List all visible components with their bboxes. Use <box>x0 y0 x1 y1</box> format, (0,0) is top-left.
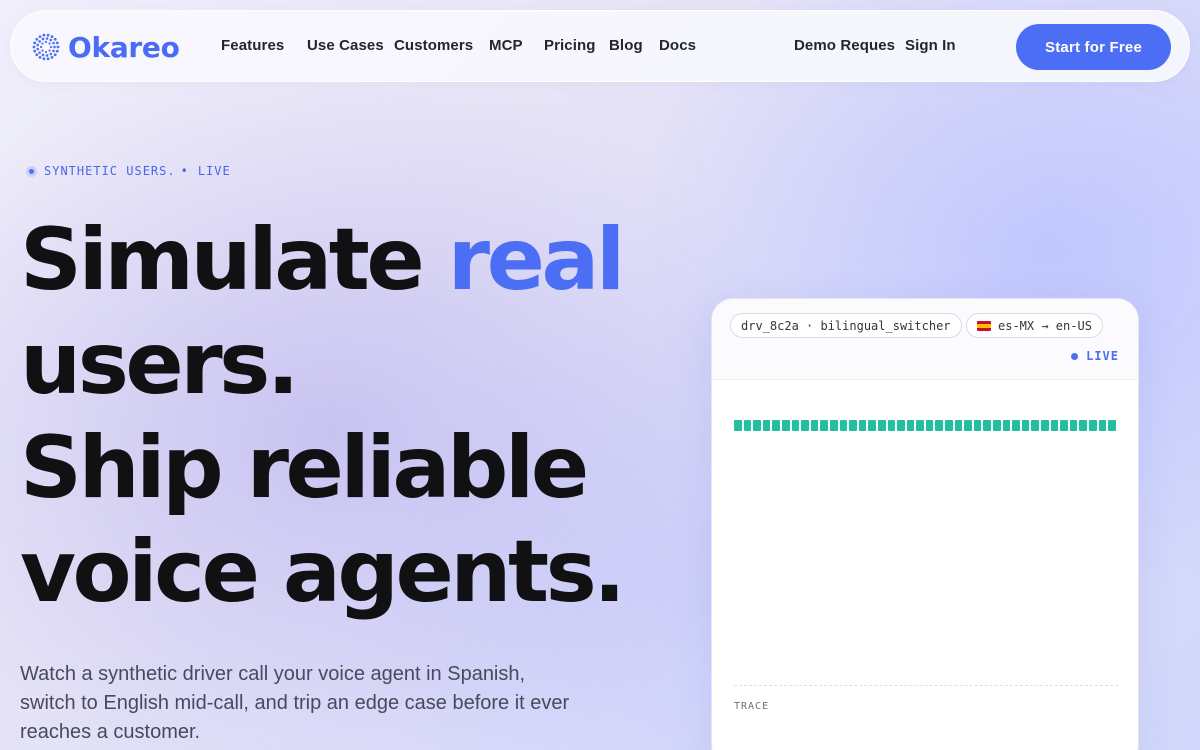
nav-item-docs[interactable]: Docs <box>659 37 696 54</box>
headline-line-1: Simulate real <box>20 208 660 312</box>
dotted-circle-logo-icon <box>32 33 60 61</box>
nav-item-use-cases[interactable]: Use Cases <box>307 37 384 54</box>
hero-headline: Simulate real users. Ship reliable voice… <box>20 208 660 624</box>
waveform-segment <box>858 420 867 431</box>
waveform-segment <box>868 420 876 431</box>
waveform-segment <box>1060 420 1068 431</box>
waveform-segment <box>762 420 771 431</box>
waveform-segment <box>1079 420 1087 431</box>
nav-item-customers[interactable]: Customers <box>394 37 473 54</box>
waveform-segment <box>954 420 963 431</box>
hero-subtitle: Watch a synthetic driver call your voice… <box>20 663 570 743</box>
waveform-segment <box>753 420 761 431</box>
headline-simulate: Simulate <box>20 210 448 310</box>
card-header: drv_8c2a · bilingual_switcher es-MX → en… <box>712 299 1138 380</box>
logo[interactable]: Okareo <box>32 30 180 64</box>
waveform-segment <box>935 420 944 431</box>
start-for-free-button[interactable]: Start for Free <box>1016 24 1171 70</box>
waveform-segment <box>1021 420 1030 431</box>
nav-item-blog[interactable]: Blog <box>609 37 643 54</box>
waveform-segment <box>983 420 992 431</box>
waveform-segment <box>743 420 752 431</box>
nav-item-features[interactable]: Features <box>221 37 284 54</box>
waveform-segment <box>829 420 838 431</box>
waveform-segment <box>772 420 780 431</box>
waveform-segment <box>791 420 800 431</box>
nav-item-mcp[interactable]: MCP <box>489 37 523 54</box>
eyebrow-label: SYNTHETIC USERS. <box>44 164 176 178</box>
audio-waveform <box>734 420 1116 431</box>
language-label: es-MX → en-US <box>998 318 1092 333</box>
waveform-segment <box>1088 420 1097 431</box>
top-nav: Okareo Features Use Cases Customers MCP … <box>10 10 1190 82</box>
waveform-segment <box>897 420 905 431</box>
eyebrow: SYNTHETIC USERS. • LIVE <box>26 163 231 179</box>
live-label: LIVE <box>1086 349 1119 363</box>
waveform-segment <box>1002 420 1011 431</box>
waveform-segment <box>906 420 915 431</box>
trace-divider <box>734 685 1118 686</box>
waveform-segment <box>925 420 934 431</box>
waveform-segment <box>849 420 857 431</box>
headline-users: users. <box>20 314 300 414</box>
waveform-segment <box>734 420 742 431</box>
waveform-segment <box>1050 420 1059 431</box>
language-pill: es-MX → en-US <box>966 313 1103 338</box>
live-indicator: LIVE <box>1071 349 1119 363</box>
waveform-segment <box>1041 420 1049 431</box>
headline-real: real <box>447 210 626 310</box>
nav-item-pricing[interactable]: Pricing <box>544 37 596 54</box>
spain-flag-icon <box>977 320 991 331</box>
waveform-segment <box>839 420 848 431</box>
waveform-segment <box>973 420 982 431</box>
sign-in-link[interactable]: Sign In <box>905 37 956 54</box>
live-dot-icon <box>26 165 37 177</box>
logo-text: Okareo <box>68 30 180 64</box>
live-status-dot-icon <box>1071 352 1079 360</box>
live-call-card: drv_8c2a · bilingual_switcher es-MX → en… <box>711 298 1139 750</box>
waveform-segment <box>993 420 1001 431</box>
waveform-segment <box>916 420 924 431</box>
waveform-segment <box>820 420 828 431</box>
waveform-segment <box>945 420 953 431</box>
waveform-segment <box>801 420 809 431</box>
demo-request-link[interactable]: Demo Reques <box>794 37 895 54</box>
waveform-segment <box>1012 420 1020 431</box>
waveform-segment <box>887 420 896 431</box>
waveform-segment <box>1098 420 1107 431</box>
waveform-segment <box>964 420 972 431</box>
waveform-segment <box>877 420 886 431</box>
session-label: drv_8c2a · bilingual_switcher <box>741 318 951 333</box>
waveform-segment <box>781 420 790 431</box>
session-pill: drv_8c2a · bilingual_switcher <box>730 313 962 338</box>
eyebrow-separator: • <box>180 164 189 178</box>
waveform-segment <box>810 420 819 431</box>
headline-ship-reliable: Ship reliable <box>20 418 589 518</box>
trace-label: TRACE <box>734 701 770 712</box>
eyebrow-live: LIVE <box>197 164 231 178</box>
headline-voice-agents: voice agents. <box>20 522 626 622</box>
waveform-segment <box>1031 420 1039 431</box>
waveform-segment <box>1069 420 1078 431</box>
waveform-segment <box>1108 420 1116 431</box>
